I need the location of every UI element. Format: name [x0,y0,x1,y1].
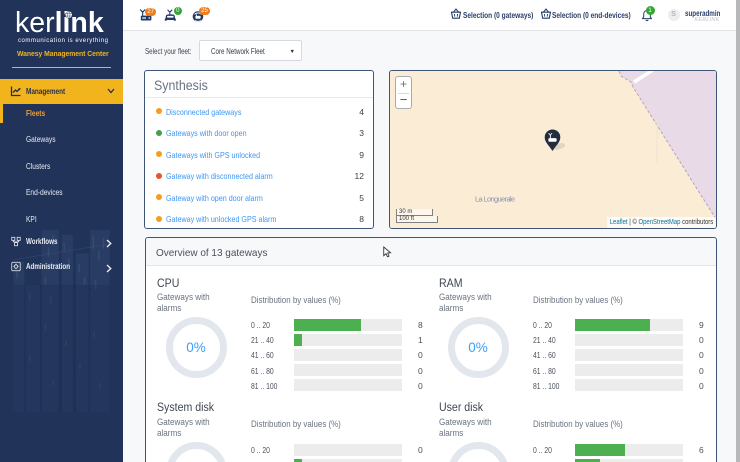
svg-text:La Longuerale: La Longuerale [475,195,515,204]
